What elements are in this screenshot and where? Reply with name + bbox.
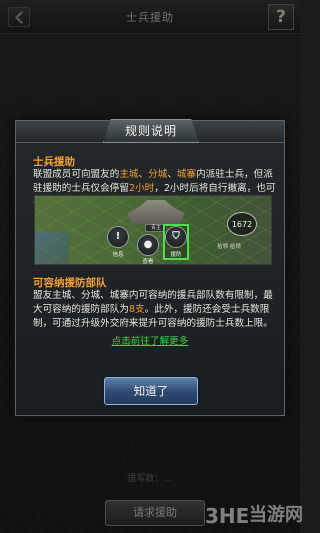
tutorial-map-image: 青主 ! 信息 ● 查看 ⛉ 援防 1672 拾领 拾领 <box>34 195 272 265</box>
watermark: 3HE 当游网 <box>205 500 303 528</box>
ok-button[interactable]: 知道了 <box>104 377 198 405</box>
dialog-title: 规则说明 <box>103 119 199 143</box>
section-soldier-aid-title: 士兵援助 <box>33 156 75 168</box>
watermark-text: 当游网 <box>249 504 303 526</box>
view-label: 查看 <box>142 259 154 265</box>
watermark-logo: 3HE <box>205 505 249 527</box>
highlight-duration: 2小时 <box>128 183 155 194</box>
map-tile <box>35 232 69 264</box>
highlight-main-city: 主城 <box>119 169 139 180</box>
owner-label: 拾领 拾领 <box>217 244 241 250</box>
text-fragment: 联盟成员可向盟友的 <box>33 169 120 180</box>
view-icon: ● <box>137 234 159 256</box>
rules-dialog: 规则说明 士兵援助 联盟成员可向盟友的主城、分城、城寨内派驻士兵，但派驻援助的士… <box>15 119 285 416</box>
highlight-branch-city: 分城 <box>148 169 168 180</box>
learn-more-link[interactable]: 点击前往了解更多 <box>16 333 284 347</box>
info-icon: ! <box>107 226 129 248</box>
highlight-max-count: 8支 <box>128 304 145 315</box>
troop-count-badge: 1672 <box>227 212 257 236</box>
svg-text:3HE: 3HE <box>205 505 249 527</box>
highlight-fort: 城寨 <box>176 169 197 180</box>
shield-icon: ⛉ <box>165 226 187 248</box>
section-garrison-body: 盟友主城、分城、城寨内可容纳的援兵部队数有限制，最大可容纳的援防部队为8支。此外… <box>33 289 278 331</box>
aid-label: 援防 <box>170 252 182 258</box>
castle-icon <box>127 200 185 224</box>
info-label: 信息 <box>112 252 124 258</box>
text-fragment: 、 <box>167 169 177 180</box>
text-fragment: 、 <box>138 169 149 180</box>
section-garrison-title: 可容纳援防部队 <box>33 277 107 289</box>
